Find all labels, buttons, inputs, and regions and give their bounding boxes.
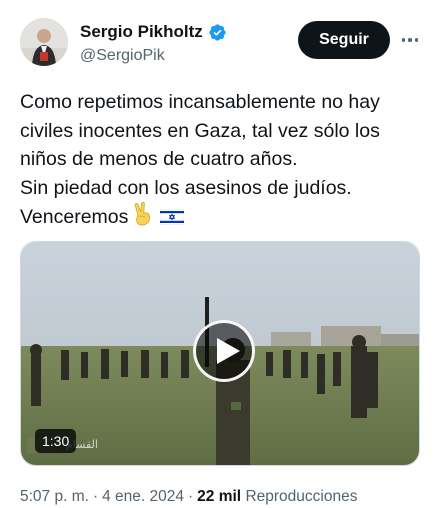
play-button[interactable] xyxy=(193,320,255,382)
avatar[interactable] xyxy=(20,18,68,66)
meta-separator: · xyxy=(188,488,194,505)
author-display-name[interactable]: Sergio Pikholtz xyxy=(80,22,203,42)
author-handle[interactable]: @SergioPik xyxy=(80,47,165,65)
tweet-line: civiles inocentes en Gaza, tal vez sólo … xyxy=(20,119,380,142)
more-horizontal-icon[interactable] xyxy=(396,26,424,54)
follow-button[interactable]: Seguir xyxy=(298,21,390,59)
tweet-line: niños de menos de cuatro años. xyxy=(20,148,298,170)
video-player[interactable]: ﺍﻟﻘﺴﺎﻡ 1:30 xyxy=(20,241,420,466)
tweet-line: Venceremos xyxy=(20,206,129,228)
tweet-line: Como repetimos incansablemente no hay xyxy=(20,91,380,113)
victory-hand-emoji xyxy=(132,202,154,235)
author-name-row: Sergio Pikholtz xyxy=(80,22,227,42)
israel-flag-icon xyxy=(160,209,185,225)
verified-badge-icon[interactable] xyxy=(208,23,227,42)
views-label: Reproducciones xyxy=(245,488,358,505)
victory-hand-icon xyxy=(135,202,151,226)
tweet-line: Sin piedad con los asesinos de judíos. xyxy=(20,176,352,199)
tweet-metadata: 5:07 p. m. · 4 ene. 2024 · 22 mil Reproducci… xyxy=(20,488,357,506)
tweet-text: Como repetimos incansablemente no hay ci… xyxy=(20,88,424,235)
tweet-last-line: Venceremos xyxy=(20,202,424,235)
video-duration-badge: 1:30 xyxy=(35,429,77,453)
tweet-date[interactable]: 4 ene. 2024 xyxy=(102,488,184,505)
more-dot xyxy=(414,38,419,42)
views-count: 22 mil xyxy=(197,488,242,505)
more-dot xyxy=(408,38,412,42)
tweet-header: Sergio Pikholtz @SergioPik Seguir xyxy=(0,0,440,80)
avatar-image xyxy=(20,18,68,66)
more-dot xyxy=(401,38,406,42)
tweet-time[interactable]: 5:07 p. m. xyxy=(20,488,89,505)
play-icon xyxy=(217,338,240,364)
meta-separator: · xyxy=(92,488,99,505)
